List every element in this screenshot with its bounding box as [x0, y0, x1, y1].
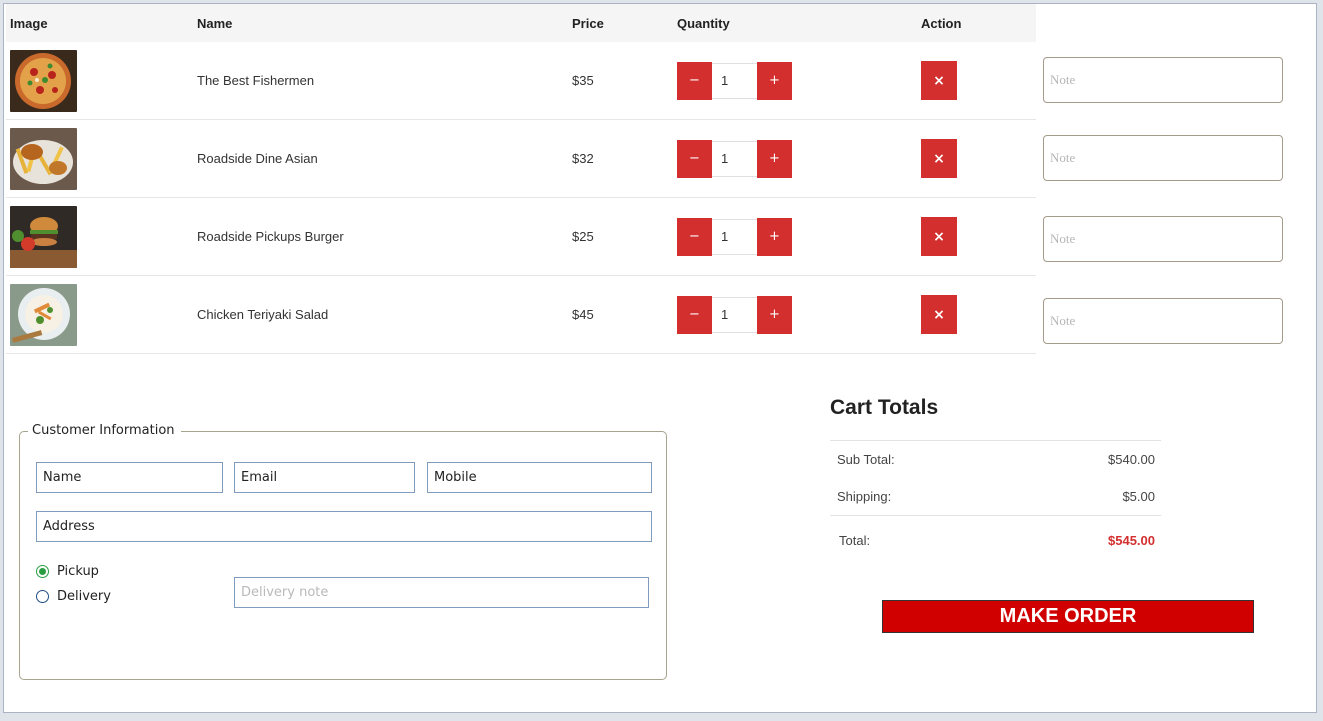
customer-info-legend: Customer Information: [28, 423, 181, 438]
item-price: $32: [568, 119, 673, 198]
fries-photo-icon: [10, 127, 77, 190]
table-row: Chicken Teriyaki Salad $45 − 1 + ×: [6, 275, 1036, 354]
email-input[interactable]: [234, 462, 415, 493]
quantity-stepper: − 1 +: [677, 295, 917, 334]
decrease-button[interactable]: −: [677, 61, 712, 100]
delivery-radio[interactable]: [36, 590, 49, 603]
increase-button[interactable]: +: [757, 139, 792, 178]
cart-totals: Sub Total: $540.00 Shipping: $5.00 Total…: [830, 440, 1161, 565]
shipping-label: Shipping:: [837, 489, 892, 504]
quantity-value[interactable]: 1: [712, 62, 757, 99]
decrease-button[interactable]: −: [677, 295, 712, 334]
delivery-note-input[interactable]: [234, 577, 649, 608]
subtotal-row: Sub Total: $540.00: [830, 441, 1161, 478]
quantity-stepper: − 1 +: [677, 61, 917, 100]
cart-table: Image Name Price Quantity Action The Bes…: [6, 4, 1036, 354]
item-price: $45: [568, 275, 673, 354]
header-quantity: Quantity: [673, 4, 917, 42]
decrease-button[interactable]: −: [677, 139, 712, 178]
table-row: The Best Fishermen $35 − 1 + ×: [6, 42, 1036, 120]
header-name: Name: [193, 4, 568, 42]
decrease-button[interactable]: −: [677, 217, 712, 256]
burger-photo-icon: [10, 205, 77, 268]
table-header-row: Image Name Price Quantity Action: [6, 4, 1036, 42]
subtotal-label: Sub Total:: [837, 452, 895, 467]
increase-button[interactable]: +: [757, 61, 792, 100]
customer-info-group: Customer Information Pickup Delivery: [19, 423, 667, 680]
note-input[interactable]: [1043, 57, 1283, 103]
remove-item-button[interactable]: ×: [921, 295, 957, 334]
item-name: Roadside Pickups Burger: [193, 197, 568, 276]
subtotal-value: $540.00: [1108, 452, 1155, 467]
pickup-option[interactable]: Pickup: [36, 564, 99, 579]
increase-button[interactable]: +: [757, 217, 792, 256]
increase-button[interactable]: +: [757, 295, 792, 334]
cart-window: Image Name Price Quantity Action The Bes…: [3, 3, 1317, 713]
quantity-value[interactable]: 1: [712, 296, 757, 333]
pickup-label: Pickup: [57, 564, 99, 579]
shipping-row: Shipping: $5.00: [830, 478, 1161, 516]
name-input[interactable]: [36, 462, 223, 493]
total-row: Total: $545.00: [830, 516, 1161, 565]
total-label: Total:: [839, 533, 871, 548]
address-input[interactable]: [36, 511, 652, 542]
delivery-label: Delivery: [57, 589, 111, 604]
note-input[interactable]: [1043, 298, 1283, 344]
mobile-input[interactable]: [427, 462, 652, 493]
table-row: Roadside Pickups Burger $25 − 1 + ×: [6, 197, 1036, 276]
item-price: $35: [568, 42, 673, 120]
remove-item-button[interactable]: ×: [921, 61, 957, 100]
cart-totals-title: Cart Totals: [830, 396, 939, 419]
item-price: $25: [568, 197, 673, 276]
quantity-value[interactable]: 1: [712, 218, 757, 255]
item-name: The Best Fishermen: [193, 42, 568, 120]
total-value: $545.00: [1108, 533, 1155, 548]
header-image: Image: [6, 4, 193, 42]
table-row: Roadside Dine Asian $32 − 1 + ×: [6, 119, 1036, 198]
quantity-stepper: − 1 +: [677, 139, 917, 178]
remove-item-button[interactable]: ×: [921, 139, 957, 178]
quantity-value[interactable]: 1: [712, 140, 757, 177]
header-price: Price: [568, 4, 673, 42]
note-input[interactable]: [1043, 135, 1283, 181]
shipping-value: $5.00: [1122, 489, 1155, 504]
item-name: Chicken Teriyaki Salad: [193, 275, 568, 354]
pickup-radio[interactable]: [36, 565, 49, 578]
header-action: Action: [917, 4, 1036, 42]
remove-item-button[interactable]: ×: [921, 217, 957, 256]
make-order-button[interactable]: MAKE ORDER: [882, 600, 1254, 633]
quantity-stepper: − 1 +: [677, 217, 917, 256]
item-name: Roadside Dine Asian: [193, 119, 568, 198]
delivery-option[interactable]: Delivery: [36, 589, 111, 604]
pizza-photo-icon: [10, 49, 77, 112]
note-input[interactable]: [1043, 216, 1283, 262]
salad-photo-icon: [10, 283, 77, 346]
